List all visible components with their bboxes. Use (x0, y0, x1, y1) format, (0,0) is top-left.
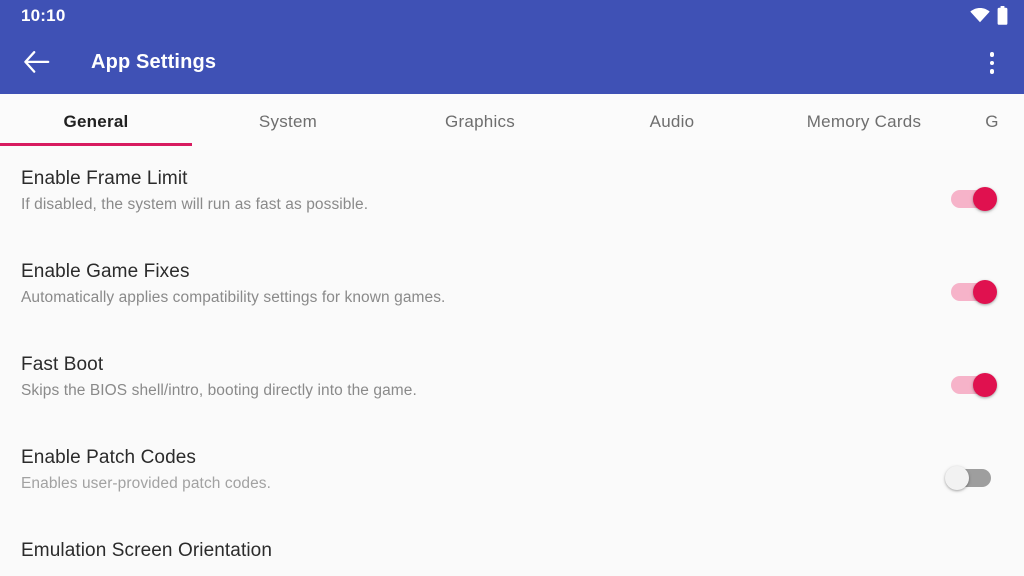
settings-row-subtitle: If disabled, the system will run as fast… (21, 196, 369, 213)
settings-row[interactable]: Enable Frame Limit If disabled, the syste… (0, 150, 1024, 243)
settings-row-title: Fast Boot (21, 354, 104, 375)
settings-row-title: Enable Patch Codes (21, 447, 197, 468)
settings-row-toggle[interactable] (945, 373, 997, 397)
toolbar: App Settings (0, 32, 1024, 94)
tab-system[interactable]: System (192, 94, 384, 150)
back-button[interactable] (18, 43, 56, 81)
toggle-thumb (973, 187, 997, 211)
tab-audio[interactable]: Audio (576, 94, 768, 150)
settings-row-toggle[interactable] (945, 280, 997, 304)
status-bar-icons (970, 6, 1008, 30)
app-settings-screen: 10:10 App Settings General System Graphi… (0, 0, 1024, 576)
settings-row[interactable]: Emulation Screen Orientation (0, 522, 1024, 576)
settings-row[interactable]: Enable Game Fixes Automatically applies c… (0, 243, 1024, 336)
settings-row-title: Emulation Screen Orientation (21, 540, 272, 561)
more-vertical-icon-dot (989, 60, 995, 66)
settings-row-toggle[interactable] (945, 187, 997, 211)
settings-list[interactable]: Enable Frame Limit If disabled, the syste… (0, 150, 1024, 576)
settings-row-subtitle: Skips the BIOS shell/intro, booting dire… (21, 382, 417, 399)
active-tab-indicator (0, 143, 192, 146)
page-title: App Settings (91, 51, 217, 73)
settings-row-title: Enable Frame Limit (21, 168, 188, 189)
back-arrow-icon (24, 51, 50, 73)
tab-memory-cards[interactable]: Memory Cards (768, 94, 960, 150)
toggle-thumb (973, 280, 997, 304)
tab-bar[interactable]: General System Graphics Audio Memory Cards G (0, 94, 1024, 150)
tab-graphics[interactable]: Graphics (384, 94, 576, 150)
settings-row[interactable]: Enable Patch Codes Enables user-provided … (0, 429, 1024, 522)
status-bar-clock: 10:10 (21, 6, 66, 25)
toggle-thumb (973, 373, 997, 397)
tab-g[interactable]: G (960, 94, 1024, 150)
settings-row-subtitle: Enables user-provided patch codes. (21, 475, 272, 492)
toggle-thumb (945, 466, 969, 490)
settings-row-toggle[interactable] (945, 466, 997, 490)
settings-row-title: Enable Game Fixes (21, 261, 190, 282)
more-vertical-icon-dot (989, 69, 995, 74)
wifi-icon (970, 8, 990, 28)
overflow-menu-button[interactable] (974, 45, 1010, 81)
status-bar: 10:10 (0, 0, 1024, 32)
tab-general[interactable]: General (0, 94, 192, 150)
settings-row[interactable]: Fast Boot Skips the BIOS shell/intro, boo… (0, 336, 1024, 429)
battery-icon (997, 6, 1008, 30)
settings-row-subtitle: Automatically applies compatibility sett… (21, 289, 446, 306)
tab-strip: General System Graphics Audio Memory Cards G (0, 94, 1024, 150)
app-bar: 10:10 App Settings (0, 0, 1024, 94)
more-vertical-icon-dot (989, 52, 995, 57)
